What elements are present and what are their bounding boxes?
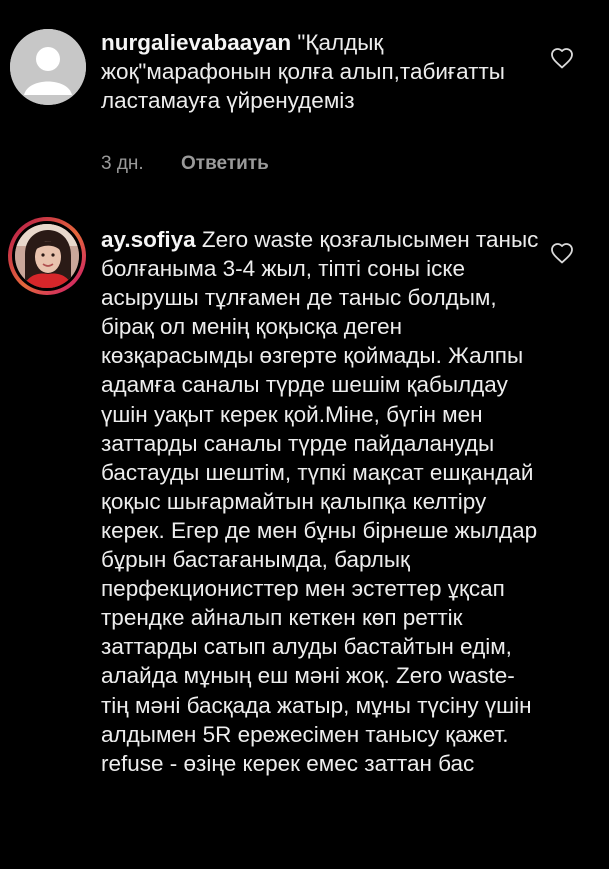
comment-item: ay.sofiya Zero waste қозғалысымен таныс … — [0, 0, 609, 869]
comment-text-block: ay.sofiya Zero waste қозғалысымен таныс … — [101, 225, 541, 778]
profile-photo-story-ring[interactable] — [8, 217, 86, 295]
heart-outline-icon[interactable] — [550, 242, 574, 264]
comment-username[interactable]: ay.sofiya — [101, 227, 196, 252]
avatar — [15, 224, 79, 288]
comment-text-cutoff: refuse - өзіңе керек емес заттан бас — [101, 750, 475, 776]
avatar-ring-gap — [12, 221, 82, 291]
comment-text: Zero waste қозғалысымен таныс болғаныма … — [101, 227, 539, 747]
